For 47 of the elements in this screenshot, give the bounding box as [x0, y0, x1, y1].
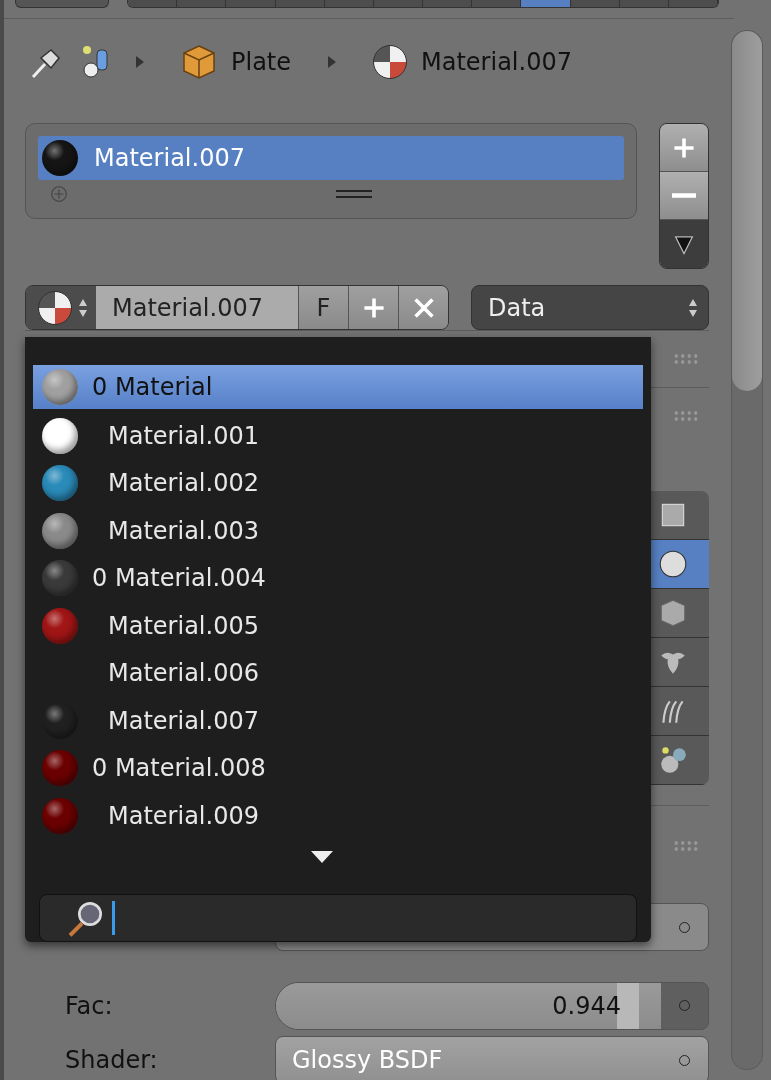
editor-tab[interactable]	[275, 0, 325, 7]
material-slot[interactable]: Material.007	[38, 136, 624, 181]
menu-item[interactable]: 0 Material.008	[33, 744, 643, 792]
menu-item[interactable]: Material.006	[33, 649, 643, 697]
menu-item[interactable]: Material.005	[33, 602, 643, 650]
minus-icon	[672, 193, 696, 199]
link-dropdown[interactable]: Data	[471, 285, 709, 331]
menu-item[interactable]: Material.002	[33, 459, 643, 507]
breadcrumb-label[interactable]: Plate	[231, 48, 292, 77]
plus-icon	[672, 135, 696, 160]
menu-item[interactable]: Material.001	[33, 412, 643, 460]
specials-button[interactable]	[660, 220, 708, 269]
scroll-down-icon[interactable]	[310, 849, 334, 864]
material-icon	[373, 45, 408, 80]
header-button[interactable]	[15, 0, 109, 8]
menu-item[interactable]: Material.009	[33, 792, 643, 840]
editor-tab[interactable]	[128, 0, 178, 7]
add-slot-button[interactable]	[660, 124, 708, 173]
arrow-icon	[327, 55, 338, 70]
cube-icon	[181, 44, 217, 81]
editor-tab[interactable]	[521, 0, 571, 7]
value-slider[interactable]: 0.944	[275, 981, 709, 1030]
editor-tab[interactable]	[472, 0, 522, 7]
resize-grip-icon[interactable]	[336, 189, 372, 200]
editor-tab[interactable]	[324, 0, 374, 7]
editor-tab[interactable]	[226, 0, 276, 7]
field-label: Shader:	[64, 1046, 159, 1074]
menu-item[interactable]: Material.003	[33, 507, 643, 555]
menu-item[interactable]: 0 Material	[33, 365, 643, 409]
editor-tab[interactable]	[668, 0, 718, 7]
drag-handle-icon[interactable]	[673, 353, 699, 366]
menu-item[interactable]: 0 Material.004	[33, 554, 643, 602]
editor-tab[interactable]	[423, 0, 473, 7]
arrow-icon	[135, 55, 145, 70]
editor-tab[interactable]	[373, 0, 424, 7]
editor-tab[interactable]	[570, 0, 620, 7]
add-icon[interactable]	[50, 185, 68, 204]
field-label: Fac:	[64, 991, 114, 1020]
drag-handle-icon[interactable]	[673, 410, 699, 423]
scrollbar-thumb[interactable]	[732, 31, 762, 391]
drag-handle-icon[interactable]	[673, 840, 699, 853]
remove-slot-button[interactable]	[660, 172, 708, 221]
search-field[interactable]	[39, 893, 637, 942]
editor-tab[interactable]	[619, 0, 669, 7]
editor-tab[interactable]	[177, 0, 227, 7]
menu-item[interactable]: Material.007	[33, 697, 643, 745]
breadcrumb-label[interactable]: Material.007	[421, 48, 572, 77]
